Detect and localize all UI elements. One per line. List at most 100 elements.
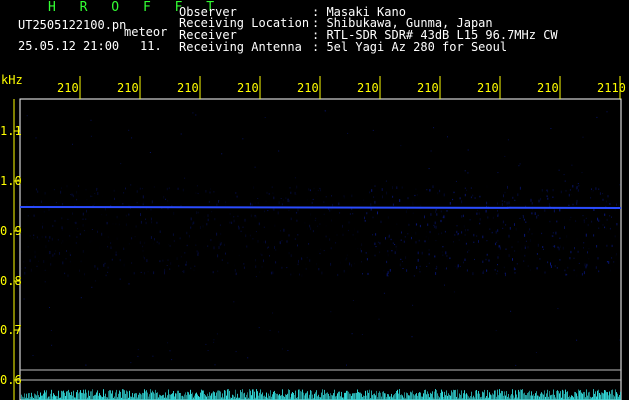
noise-dot <box>478 212 480 215</box>
activity-bar <box>515 390 516 400</box>
noise-dot <box>426 189 428 191</box>
noise-dot <box>144 241 146 244</box>
noise-dot <box>69 254 71 256</box>
noise-dot <box>107 266 109 269</box>
noise-dot <box>390 238 392 241</box>
noise-dot <box>429 230 431 234</box>
noise-dot <box>72 194 74 198</box>
noise-dot <box>131 262 133 264</box>
noise-dot <box>414 194 416 197</box>
noise-dot <box>364 220 366 222</box>
noise-dot <box>434 221 436 225</box>
noise-dot <box>497 239 499 242</box>
noise-dot <box>136 202 138 204</box>
noise-dot <box>233 219 235 223</box>
activity-bar <box>498 395 499 400</box>
activity-bar <box>262 392 263 400</box>
activity-bar <box>607 392 608 400</box>
activity-bar <box>363 395 364 400</box>
noise-dot <box>49 256 51 259</box>
noise-dot <box>258 222 260 226</box>
noise-dot <box>552 196 554 198</box>
noise-dot <box>383 270 385 272</box>
noise-dot <box>608 261 610 264</box>
noise-dot <box>585 233 587 237</box>
activity-bar <box>610 393 611 400</box>
activity-bar <box>552 394 553 400</box>
noise-dot <box>531 233 533 235</box>
noise-dot <box>360 248 361 251</box>
noise-dot <box>192 222 194 226</box>
noise-dot <box>331 195 332 197</box>
activity-bar <box>340 396 341 400</box>
noise-dot <box>197 251 199 255</box>
noise-dot <box>54 252 56 255</box>
noise-dot <box>146 259 148 263</box>
activity-bar <box>477 393 478 400</box>
noise-dot <box>312 198 314 200</box>
activity-bar <box>421 396 422 400</box>
activity-bar <box>279 394 280 400</box>
activity-bar <box>532 395 533 400</box>
activity-bar <box>269 395 270 400</box>
noise-dot <box>436 213 438 216</box>
noise-dot <box>619 339 621 341</box>
noise-dot <box>123 247 125 251</box>
noise-dot <box>94 193 96 195</box>
noise-dot <box>83 230 85 232</box>
activity-bar <box>36 395 37 400</box>
time-axis: 210 210 210 210 210 210 210 210 210 2110 <box>57 76 626 99</box>
noise-dot <box>255 259 256 262</box>
noise-dot <box>141 187 143 190</box>
noise-dot <box>374 254 376 257</box>
noise-dot <box>571 194 573 196</box>
activity-bar <box>119 390 120 400</box>
noise-dot <box>351 333 353 335</box>
activity-bar <box>79 392 80 400</box>
noise-dot <box>301 257 302 260</box>
noise-dot <box>435 210 437 214</box>
noise-dot <box>503 266 505 269</box>
noise-dot <box>415 231 417 235</box>
noise-dot <box>214 218 216 221</box>
noise-dot <box>133 272 135 275</box>
noise-dot <box>582 136 584 138</box>
noise-dot <box>30 268 32 272</box>
noise-dot <box>563 174 565 176</box>
noise-dot <box>424 215 425 219</box>
activity-bar <box>546 393 547 400</box>
noise-dot <box>40 200 42 204</box>
noise-dot <box>392 195 394 198</box>
noise-dot <box>392 203 394 206</box>
noise-dot <box>195 114 197 116</box>
activity-bar <box>401 394 402 400</box>
activity-bar <box>185 392 186 400</box>
noise-dot <box>399 199 401 202</box>
noise-dot <box>130 362 132 364</box>
noise-dot <box>207 245 209 247</box>
noise-dot <box>213 246 215 250</box>
activity-bar <box>217 390 218 400</box>
noise-dot <box>424 240 426 243</box>
noise-dot <box>218 200 220 202</box>
noise-dot <box>593 234 595 237</box>
noise-dot <box>371 189 373 192</box>
noise-dot <box>67 221 69 223</box>
activity-bar <box>501 390 502 400</box>
activity-bar <box>414 395 415 400</box>
activity-bar <box>355 392 356 400</box>
noise-dot <box>536 267 538 270</box>
activity-bar <box>72 395 73 400</box>
activity-bar <box>179 393 180 400</box>
noise-dot <box>297 244 298 247</box>
activity-bar <box>312 394 313 400</box>
meteor-label: meteor <box>124 25 168 39</box>
noise-dot <box>254 202 256 204</box>
noise-dot <box>346 257 348 260</box>
noise-dot <box>167 342 169 344</box>
noise-dot <box>69 252 71 255</box>
noise-dot <box>402 261 403 263</box>
noise-dot <box>386 260 388 264</box>
activity-bar <box>467 394 468 400</box>
noise-dot <box>385 237 386 240</box>
